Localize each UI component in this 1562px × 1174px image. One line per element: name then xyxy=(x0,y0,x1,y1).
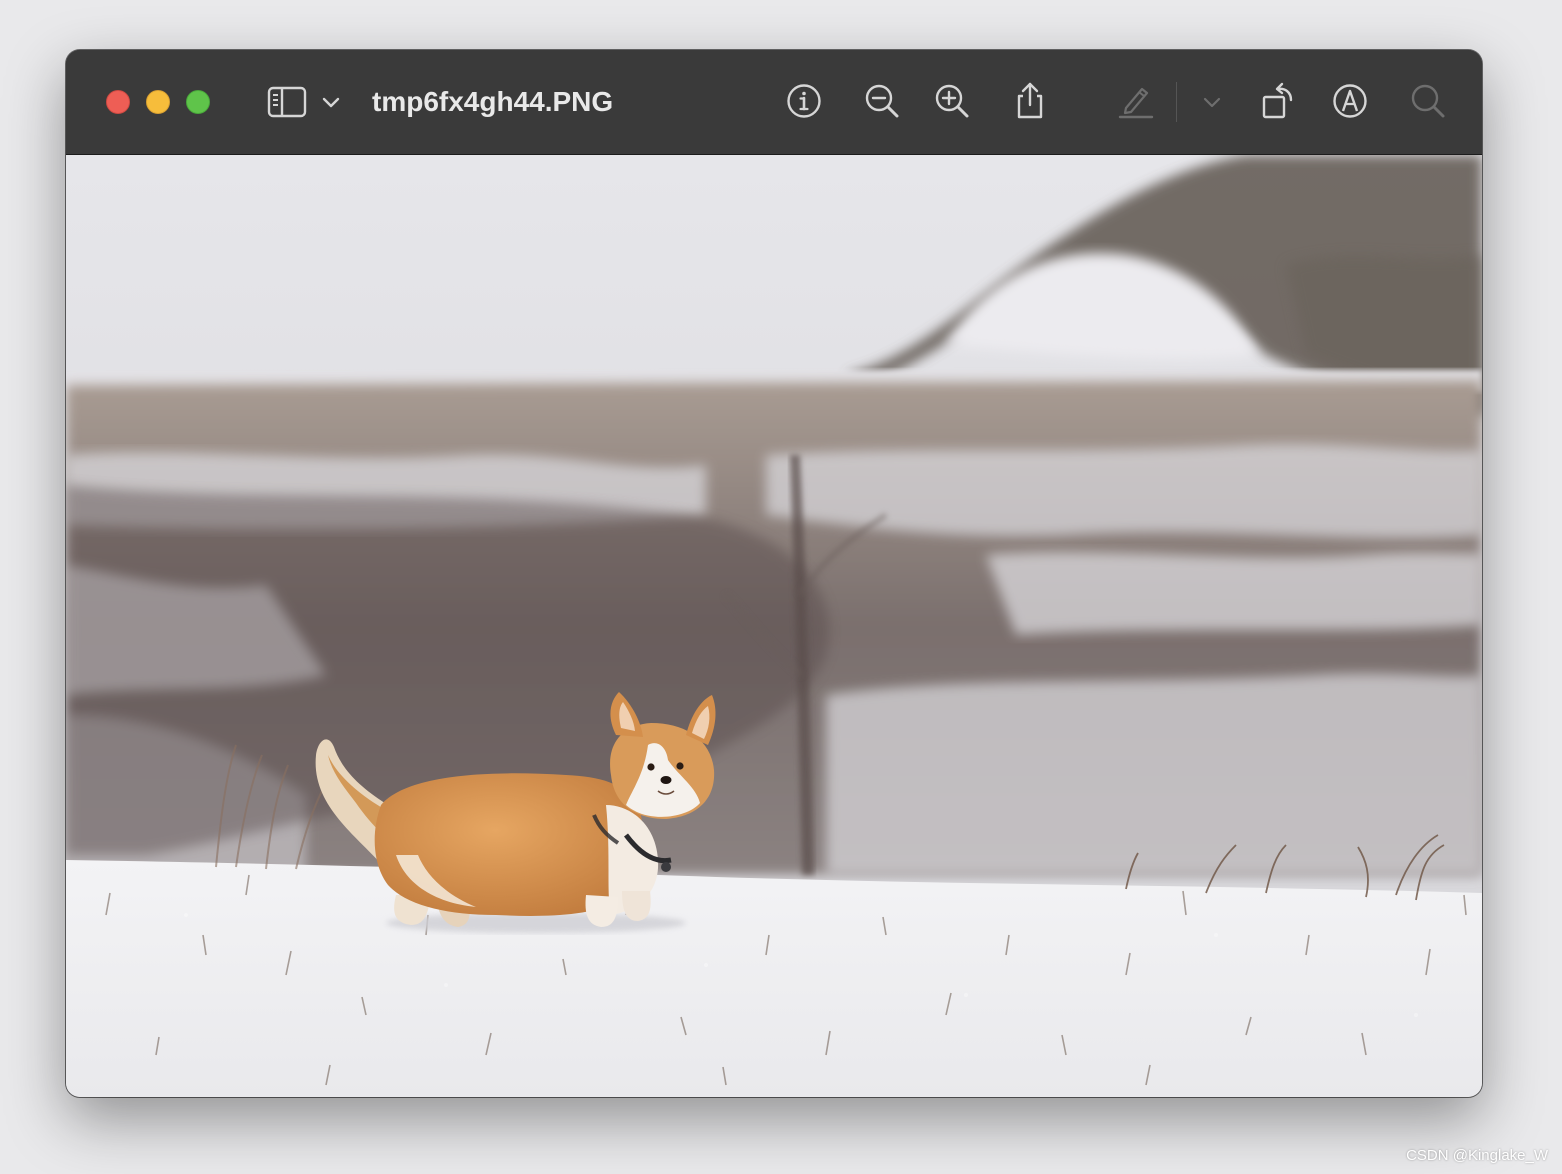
minimize-button[interactable] xyxy=(146,90,170,114)
info-icon[interactable] xyxy=(784,81,824,121)
share-icon[interactable] xyxy=(1010,81,1050,121)
desktop: tmp6fx4gh44.PNG CSDN @Kinglake_W xyxy=(0,0,1562,1174)
photo-corgi-in-snow xyxy=(66,155,1482,1097)
annotate-icon[interactable] xyxy=(1330,81,1370,121)
image-canvas[interactable] xyxy=(66,155,1482,1097)
toolbar-separator xyxy=(1176,82,1177,122)
title-bar: tmp6fx4gh44.PNG xyxy=(66,50,1482,155)
rotate-icon[interactable] xyxy=(1258,81,1298,121)
markup-pen-icon xyxy=(1116,81,1156,121)
chevron-down-icon[interactable] xyxy=(320,92,342,112)
preview-window: tmp6fx4gh44.PNG xyxy=(66,50,1482,1097)
search-icon xyxy=(1408,81,1448,121)
sidebar-toggle-icon[interactable] xyxy=(266,84,308,120)
watermark-text: CSDN @Kinglake_W xyxy=(1406,1147,1548,1164)
zoom-out-icon[interactable] xyxy=(862,81,902,121)
markup-menu-chevron-icon xyxy=(1192,81,1232,121)
close-button[interactable] xyxy=(106,90,130,114)
document-title: tmp6fx4gh44.PNG xyxy=(372,86,614,117)
zoom-in-icon[interactable] xyxy=(932,81,972,121)
zoom-button[interactable] xyxy=(186,90,210,114)
